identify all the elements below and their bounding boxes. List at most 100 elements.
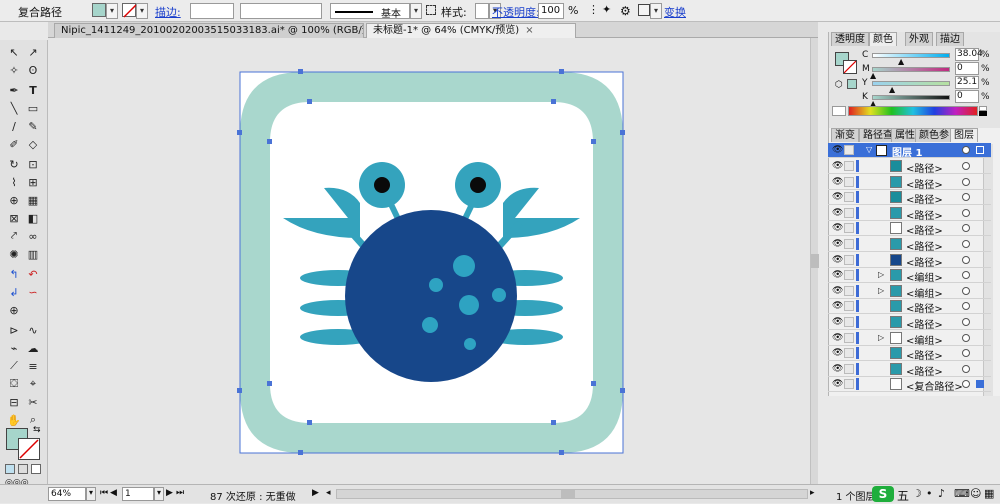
- keyboard-icon[interactable]: ⌨: [954, 487, 970, 500]
- visibility-eye-icon[interactable]: 👁: [832, 255, 843, 265]
- target-circle[interactable]: [962, 318, 970, 326]
- layer-item-name[interactable]: <路径>: [906, 191, 943, 206]
- body-spot[interactable]: [492, 288, 506, 302]
- crop-tool-icon[interactable]: ⊟: [5, 394, 23, 410]
- style-grid-icon[interactable]: [426, 5, 436, 15]
- spectrum-black-swatch[interactable]: [979, 111, 987, 116]
- target-circle[interactable]: [962, 302, 970, 311]
- visibility-eye-icon[interactable]: 👁: [832, 348, 843, 358]
- first-page-icon[interactable]: ⏮: [100, 488, 108, 498]
- channel-m-value[interactable]: 0: [955, 62, 979, 75]
- body-spot[interactable]: [453, 255, 475, 277]
- user-icon[interactable]: ☺: [970, 487, 981, 500]
- channel-y-thumb[interactable]: ▲: [889, 85, 895, 94]
- lock-toggle[interactable]: [844, 317, 854, 327]
- gradient-tool-icon[interactable]: ◧: [24, 210, 42, 226]
- anchor-point[interactable]: [307, 99, 312, 104]
- gear-icon[interactable]: ⚙: [620, 4, 631, 18]
- gradient-mode-icon[interactable]: [18, 464, 28, 474]
- variable-width-field[interactable]: [240, 3, 322, 19]
- ime-mode-indicator[interactable]: 五: [897, 487, 909, 504]
- stroke-color-box[interactable]: [18, 438, 40, 460]
- color-spectrum-bar[interactable]: [848, 106, 978, 116]
- target-circle[interactable]: [962, 364, 970, 373]
- tab-untitled-document[interactable]: 未标题-1* @ 64% (CMYK/预览) ×: [366, 23, 576, 38]
- visibility-eye-icon[interactable]: 👁: [832, 177, 843, 187]
- swap-fill-stroke-icon[interactable]: ⇆: [33, 425, 41, 435]
- layer-item-name[interactable]: <复合路径>: [906, 378, 963, 393]
- target-circle[interactable]: [962, 240, 970, 248]
- reference-point-icon[interactable]: [638, 4, 650, 16]
- layer-row-item[interactable]: 👁 <路径>: [828, 221, 991, 237]
- shaper-tool-icon[interactable]: ↰: [5, 266, 23, 282]
- target-circle[interactable]: [962, 162, 970, 170]
- layer-item-name[interactable]: <路径>: [906, 363, 943, 378]
- target-circle[interactable]: [962, 333, 970, 342]
- lock-toggle[interactable]: [844, 239, 854, 249]
- target-circle[interactable]: [962, 255, 970, 264]
- layer-row-item[interactable]: 👁 <复合路径>: [828, 377, 991, 393]
- horizontal-scroll-thumb[interactable]: [561, 490, 575, 498]
- channel-c-thumb[interactable]: ▲: [898, 57, 904, 66]
- layer-item-name[interactable]: <路径>: [906, 300, 943, 315]
- punctuation-icon[interactable]: •: [926, 487, 933, 500]
- canvas-area[interactable]: [48, 38, 819, 484]
- transform-label[interactable]: 变换: [664, 4, 686, 20]
- slice-tool-icon[interactable]: ⌁: [5, 340, 23, 356]
- next-page-icon[interactable]: ▶: [166, 488, 173, 498]
- lock-toggle[interactable]: [844, 176, 854, 187]
- anchor-point[interactable]: [267, 139, 272, 144]
- body-spot[interactable]: [429, 278, 443, 292]
- page-number-field[interactable]: 1: [122, 487, 154, 501]
- tab-nipic-document[interactable]: Nipic_1411249_20100202003515033183.ai* @…: [54, 23, 364, 38]
- web-safe-swatch[interactable]: [847, 79, 857, 89]
- layer-item-name[interactable]: <编组>: [906, 285, 943, 300]
- knife-tool-icon[interactable]: ✂: [24, 394, 42, 410]
- color-mode-icon[interactable]: [5, 464, 15, 474]
- layer-row-item[interactable]: 👁 <路径>: [828, 315, 991, 331]
- layer-row-item[interactable]: 👁 <路径>: [828, 206, 991, 222]
- last-page-icon[interactable]: ⏭: [176, 488, 184, 498]
- tab-appearance[interactable]: 外观: [905, 32, 933, 46]
- style-swatch[interactable]: [475, 3, 489, 19]
- mesh-tool-icon[interactable]: ⊠: [5, 210, 23, 226]
- target-circle[interactable]: [962, 380, 970, 389]
- blob-brush-tool-icon[interactable]: ✐: [5, 136, 23, 152]
- spectrum-none-swatch[interactable]: [832, 106, 846, 116]
- horizontal-scroll-left-icon[interactable]: ◂: [326, 488, 331, 498]
- target-circle[interactable]: [962, 286, 970, 295]
- anchor-point[interactable]: [237, 130, 242, 135]
- width-tool-icon[interactable]: ↲: [5, 284, 23, 300]
- layer-name[interactable]: 图层 1: [892, 144, 922, 159]
- twirl-tool-icon[interactable]: ☁: [24, 340, 42, 356]
- lock-toggle[interactable]: [844, 363, 854, 374]
- ime-logo-icon[interactable]: S: [872, 486, 894, 502]
- vertical-scrollbar[interactable]: [810, 38, 819, 484]
- line-tool-icon[interactable]: ╲: [5, 100, 23, 116]
- anchor-point[interactable]: [620, 130, 625, 135]
- visibility-eye-icon[interactable]: 👁: [832, 208, 843, 218]
- anchor-point[interactable]: [551, 420, 556, 425]
- stroke-swatch[interactable]: [122, 3, 137, 18]
- previous-page-icon[interactable]: ◀: [110, 488, 117, 498]
- target-circle[interactable]: [962, 177, 970, 186]
- lock-toggle[interactable]: [844, 192, 854, 203]
- lock-toggle[interactable]: [844, 379, 854, 390]
- shape-builder-tool-icon[interactable]: ⊕: [5, 192, 23, 208]
- layer-row-item[interactable]: 👁 <路径>: [828, 190, 991, 206]
- reference-point-arrow[interactable]: ▾: [650, 3, 662, 19]
- body-spot[interactable]: [459, 295, 479, 315]
- lock-toggle[interactable]: [844, 301, 854, 312]
- vertical-scroll-thumb[interactable]: [811, 254, 819, 268]
- target-circle[interactable]: [962, 193, 970, 202]
- warp-mesh-tool-icon[interactable]: ∿: [24, 322, 42, 338]
- layer-row-item[interactable]: 👁 <路径>: [828, 237, 991, 253]
- scale-tool-icon[interactable]: ⊡: [24, 156, 42, 172]
- layer-item-name[interactable]: <路径>: [906, 316, 943, 331]
- fill-swatch[interactable]: [92, 3, 106, 17]
- pencil-tool-icon[interactable]: ✎: [24, 118, 42, 134]
- layer-row-item[interactable]: 👁 <路径>: [828, 362, 991, 378]
- anchor-point[interactable]: [298, 69, 303, 74]
- tab-stroke[interactable]: 描边: [936, 32, 964, 46]
- tab-layers[interactable]: 图层: [950, 128, 978, 142]
